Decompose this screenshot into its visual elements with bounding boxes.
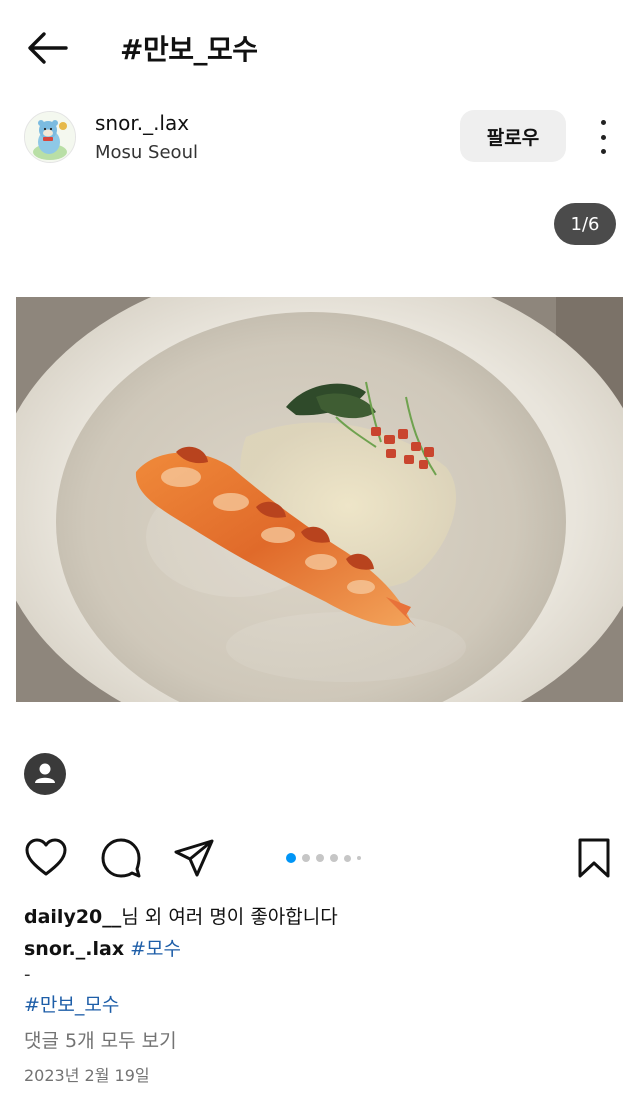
caption-username[interactable]: snor._.lax [24, 938, 124, 960]
caption: snor._.lax #모수 [24, 934, 181, 961]
caption-hashtag[interactable]: #모수 [130, 938, 181, 960]
post-location[interactable]: Mosu Seoul [95, 142, 198, 163]
likes-summary[interactable]: daily20__님 외 여러 명이 좋아합니다 [24, 902, 338, 929]
post-image[interactable] [16, 297, 623, 702]
heart-icon[interactable] [24, 836, 68, 880]
carousel-dot [286, 853, 296, 863]
carousel-dot [316, 854, 324, 862]
back-arrow-icon[interactable] [26, 30, 68, 66]
send-icon[interactable] [172, 836, 216, 880]
lobster-dish-image [16, 297, 623, 702]
more-options-icon[interactable] [592, 120, 614, 154]
likes-suffix: 님 외 여러 명이 좋아합니다 [121, 906, 338, 928]
carousel-indicator [286, 853, 361, 863]
caption-tagline-hashtag[interactable]: #만보_모수 [24, 990, 119, 1017]
more-dot [600, 120, 606, 125]
post-date: 2023년 2월 19일 [24, 1066, 150, 1085]
user-tag-icon[interactable] [24, 753, 66, 795]
avatar-image [25, 112, 75, 162]
carousel-dot [302, 854, 310, 862]
image-counter: 1/6 [554, 203, 616, 245]
likes-user[interactable]: daily20__ [24, 906, 121, 928]
caption-dash: - [24, 964, 31, 985]
more-dot [600, 149, 606, 154]
avatar[interactable] [24, 111, 76, 163]
carousel-dot [357, 856, 361, 860]
carousel-dot [344, 854, 351, 862]
comment-icon[interactable] [99, 836, 143, 880]
view-all-comments-link[interactable]: 댓글 5개 모두 보기 [24, 1026, 177, 1053]
more-dot [600, 134, 606, 140]
carousel-dot [330, 854, 338, 862]
page-title: #만보_모수 [120, 33, 258, 66]
post-username[interactable]: snor._.lax [95, 111, 189, 135]
follow-button[interactable]: 팔로우 [460, 110, 566, 162]
bookmark-icon[interactable] [572, 836, 616, 880]
